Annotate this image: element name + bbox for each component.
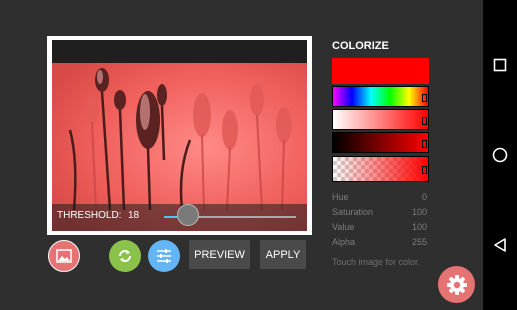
threshold-slider[interactable]	[164, 204, 296, 226]
gear-icon	[446, 274, 467, 295]
home-button[interactable]	[483, 138, 517, 172]
alpha-value: 255	[411, 237, 427, 247]
panel-title: COLORIZE	[332, 40, 389, 52]
alpha-bar-handle[interactable]	[422, 166, 427, 174]
back-triangle-icon	[494, 238, 506, 252]
threshold-bar: THRESHOLD: 18	[52, 204, 307, 231]
hint-text: Touch image for color.	[332, 257, 421, 267]
hue-row: Hue 0	[332, 192, 427, 202]
alpha-bar[interactable]	[332, 156, 429, 182]
value-row: Value 100	[332, 222, 427, 232]
preview-button[interactable]: PREVIEW	[189, 240, 250, 269]
recent-apps-button[interactable]	[483, 48, 517, 82]
image-button[interactable]	[48, 240, 80, 272]
hue-label: Hue	[332, 192, 349, 202]
threshold-value: 18	[128, 210, 140, 221]
refresh-button[interactable]	[109, 240, 141, 272]
settings-button[interactable]	[438, 266, 475, 303]
image-icon	[56, 249, 72, 263]
threshold-label: THRESHOLD:	[57, 210, 122, 221]
colorize-screen: THRESHOLD: 18 PREVIEW APPLY COLORIZE Hue…	[0, 0, 483, 310]
system-navigation-bar	[483, 0, 517, 310]
value-label: Value	[332, 222, 355, 232]
hue-bar[interactable]	[332, 86, 429, 107]
saturation-label: Saturation	[332, 207, 374, 217]
hue-bar-handle[interactable]	[422, 94, 427, 102]
value-bar[interactable]	[332, 132, 429, 153]
value-bar-handle[interactable]	[422, 140, 427, 148]
sliders-icon	[157, 249, 171, 263]
selected-color-swatch	[332, 58, 429, 84]
apply-button[interactable]: APPLY	[260, 240, 306, 269]
saturation-row: Saturation 100	[332, 207, 427, 217]
square-icon	[493, 58, 507, 72]
alpha-row: Alpha 255	[332, 237, 427, 247]
adjust-button[interactable]	[148, 240, 180, 272]
saturation-bar-handle[interactable]	[422, 117, 427, 125]
hue-value: 0	[421, 192, 427, 202]
saturation-value: 100	[411, 207, 427, 217]
photo-preview[interactable]: THRESHOLD: 18	[52, 40, 307, 231]
value-value: 100	[411, 222, 427, 232]
saturation-bar[interactable]	[332, 109, 429, 130]
refresh-icon	[119, 250, 131, 262]
back-button[interactable]	[483, 228, 517, 262]
image-frame: THRESHOLD: 18	[47, 36, 312, 235]
alpha-label: Alpha	[332, 237, 356, 247]
circle-icon	[492, 147, 508, 163]
threshold-slider-thumb[interactable]	[176, 204, 199, 226]
